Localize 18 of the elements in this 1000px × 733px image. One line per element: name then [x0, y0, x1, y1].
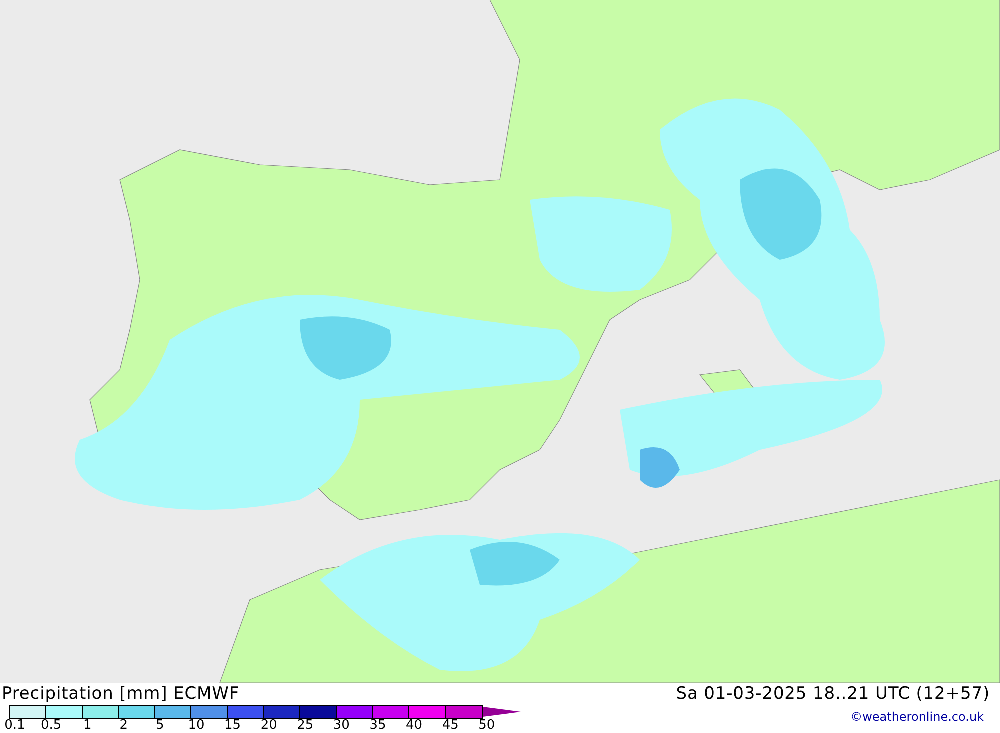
- scale-label: 15: [224, 719, 242, 733]
- scale-label: 25: [297, 719, 314, 733]
- scale-label: 35: [370, 719, 386, 733]
- scale-label: 45: [442, 719, 459, 733]
- scale-label: 30: [333, 719, 350, 733]
- map-title: Precipitation [mm] ECMWF: [2, 683, 240, 705]
- copyright-link[interactable]: ©weatheronline.co.uk: [850, 708, 984, 726]
- scale-label: 1: [83, 719, 92, 733]
- scale-label: 2: [120, 719, 128, 733]
- scale-label: 0.5: [40, 719, 62, 733]
- scale-label: 10: [188, 719, 205, 733]
- scale-label: 0.1: [4, 719, 26, 733]
- scale-label: 20: [260, 719, 278, 733]
- valid-time: Sa 01-03-2025 18..21 UTC (12+57): [676, 683, 990, 705]
- scale-label: 5: [156, 719, 164, 733]
- scale-label: 40: [406, 719, 423, 733]
- scale-label: 50: [478, 719, 496, 733]
- scale-arrow-icon: [482, 705, 521, 719]
